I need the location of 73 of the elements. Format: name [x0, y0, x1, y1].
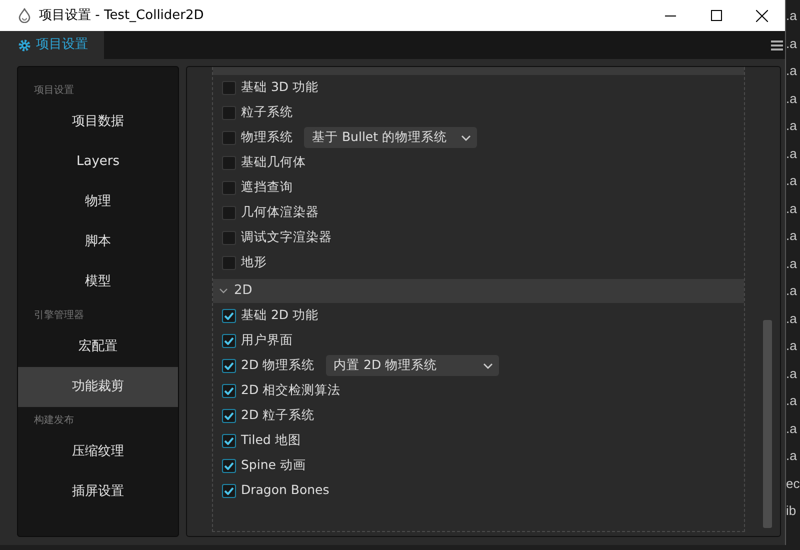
- checkbox[interactable]: [222, 80, 236, 94]
- checkbox[interactable]: [222, 256, 236, 270]
- text-fragment: .a: [786, 62, 798, 80]
- checkbox[interactable]: [222, 408, 236, 422]
- sidebar-item[interactable]: 功能裁剪: [18, 367, 178, 407]
- checkbox[interactable]: [222, 308, 236, 322]
- sidebar-item[interactable]: 宏配置: [18, 327, 178, 367]
- chevron-down-icon: [482, 362, 493, 368]
- checkbox-label: 基础几何体: [241, 153, 306, 172]
- checkbox-label: 几何体渲染器: [241, 203, 319, 222]
- text-fragment: ib: [786, 502, 798, 520]
- checkbox-label: Spine 动画: [241, 456, 306, 474]
- scrollbar-thumb[interactable]: [763, 320, 772, 528]
- checkbox-label: 调试文字渲染器: [241, 228, 332, 246]
- checkbox[interactable]: [222, 484, 236, 498]
- gear-icon: [18, 38, 31, 52]
- text-fragment: .a: [786, 34, 798, 52]
- text-fragment: .a: [786, 447, 798, 465]
- checkbox[interactable]: [222, 334, 236, 348]
- text-fragment: .a: [786, 392, 798, 410]
- sidebar-item[interactable]: 压缩纹理: [18, 432, 178, 472]
- dropdown[interactable]: 基于 Bullet 的物理系统: [304, 127, 477, 148]
- sidebar-item[interactable]: Layers: [18, 142, 178, 182]
- text-fragment: .a: [786, 90, 798, 108]
- sidebar-item[interactable]: 模型: [18, 262, 178, 302]
- checkbox-label: 基础 2D 功能: [241, 306, 319, 324]
- text-fragment: .a: [786, 420, 798, 438]
- checkbox-label: 遮挡查询: [241, 178, 293, 196]
- checkbox[interactable]: [222, 458, 236, 472]
- checkbox[interactable]: [222, 434, 236, 448]
- checkbox[interactable]: [222, 384, 236, 398]
- checkbox-label: Dragon Bones: [241, 481, 330, 500]
- window-title: 项目设置 - Test_Collider2D: [39, 6, 204, 25]
- sidebar-item[interactable]: 物理: [18, 182, 178, 222]
- sidebar-item[interactable]: 脚本: [18, 222, 178, 262]
- checkbox-label: 用户界面: [241, 331, 293, 350]
- text-fragment: .a: [786, 254, 798, 272]
- text-fragment: .a: [786, 337, 798, 355]
- text-fragment: .a: [786, 7, 798, 25]
- checkbox-label: 物理系统: [241, 128, 293, 146]
- checkbox-label: 2D 相交检测算法: [241, 381, 341, 400]
- checkbox[interactable]: [222, 156, 236, 170]
- text-fragment: .a: [786, 200, 798, 218]
- checkbox-label: Tiled 地图: [241, 431, 301, 450]
- sidebar-item[interactable]: 插屏设置: [18, 472, 178, 512]
- checkbox[interactable]: [222, 130, 236, 144]
- checkbox-label: 2D 物理系统: [241, 356, 315, 374]
- dropdown[interactable]: 内置 2D 物理系统: [326, 355, 499, 376]
- chevron-down-icon: [461, 134, 471, 140]
- checkbox-label: 粒子系统: [241, 103, 293, 122]
- text-fragment: .a: [786, 172, 798, 190]
- text-fragment: .a: [786, 364, 798, 382]
- text-fragment: .a: [786, 144, 798, 162]
- text-fragment: ec: [786, 474, 800, 492]
- app-logo-icon: [18, 8, 31, 23]
- text-fragment: .a: [786, 282, 798, 300]
- sidebar-heading: 引擎管理器: [33, 308, 85, 323]
- sidebar-heading: 构建发布: [33, 414, 75, 428]
- checkbox[interactable]: [222, 180, 236, 194]
- checkbox-label: 地形: [241, 253, 267, 272]
- checkbox[interactable]: [222, 358, 236, 372]
- text-fragment: .a: [786, 117, 798, 135]
- checkbox-label: 2D 粒子系统: [241, 406, 315, 424]
- section-header[interactable]: 2D: [213, 279, 744, 303]
- text-fragment: .a: [786, 310, 798, 328]
- text-fragment: .a: [786, 227, 798, 245]
- checkbox[interactable]: [222, 106, 236, 120]
- sidebar-item[interactable]: 项目数据: [18, 102, 178, 142]
- checkbox[interactable]: [222, 206, 236, 220]
- checkbox-label: 基础 3D 功能: [241, 78, 319, 96]
- checkbox[interactable]: [222, 230, 236, 244]
- tab[interactable]: 项目设置: [0, 31, 104, 59]
- sidebar-heading: 项目设置: [33, 84, 75, 98]
